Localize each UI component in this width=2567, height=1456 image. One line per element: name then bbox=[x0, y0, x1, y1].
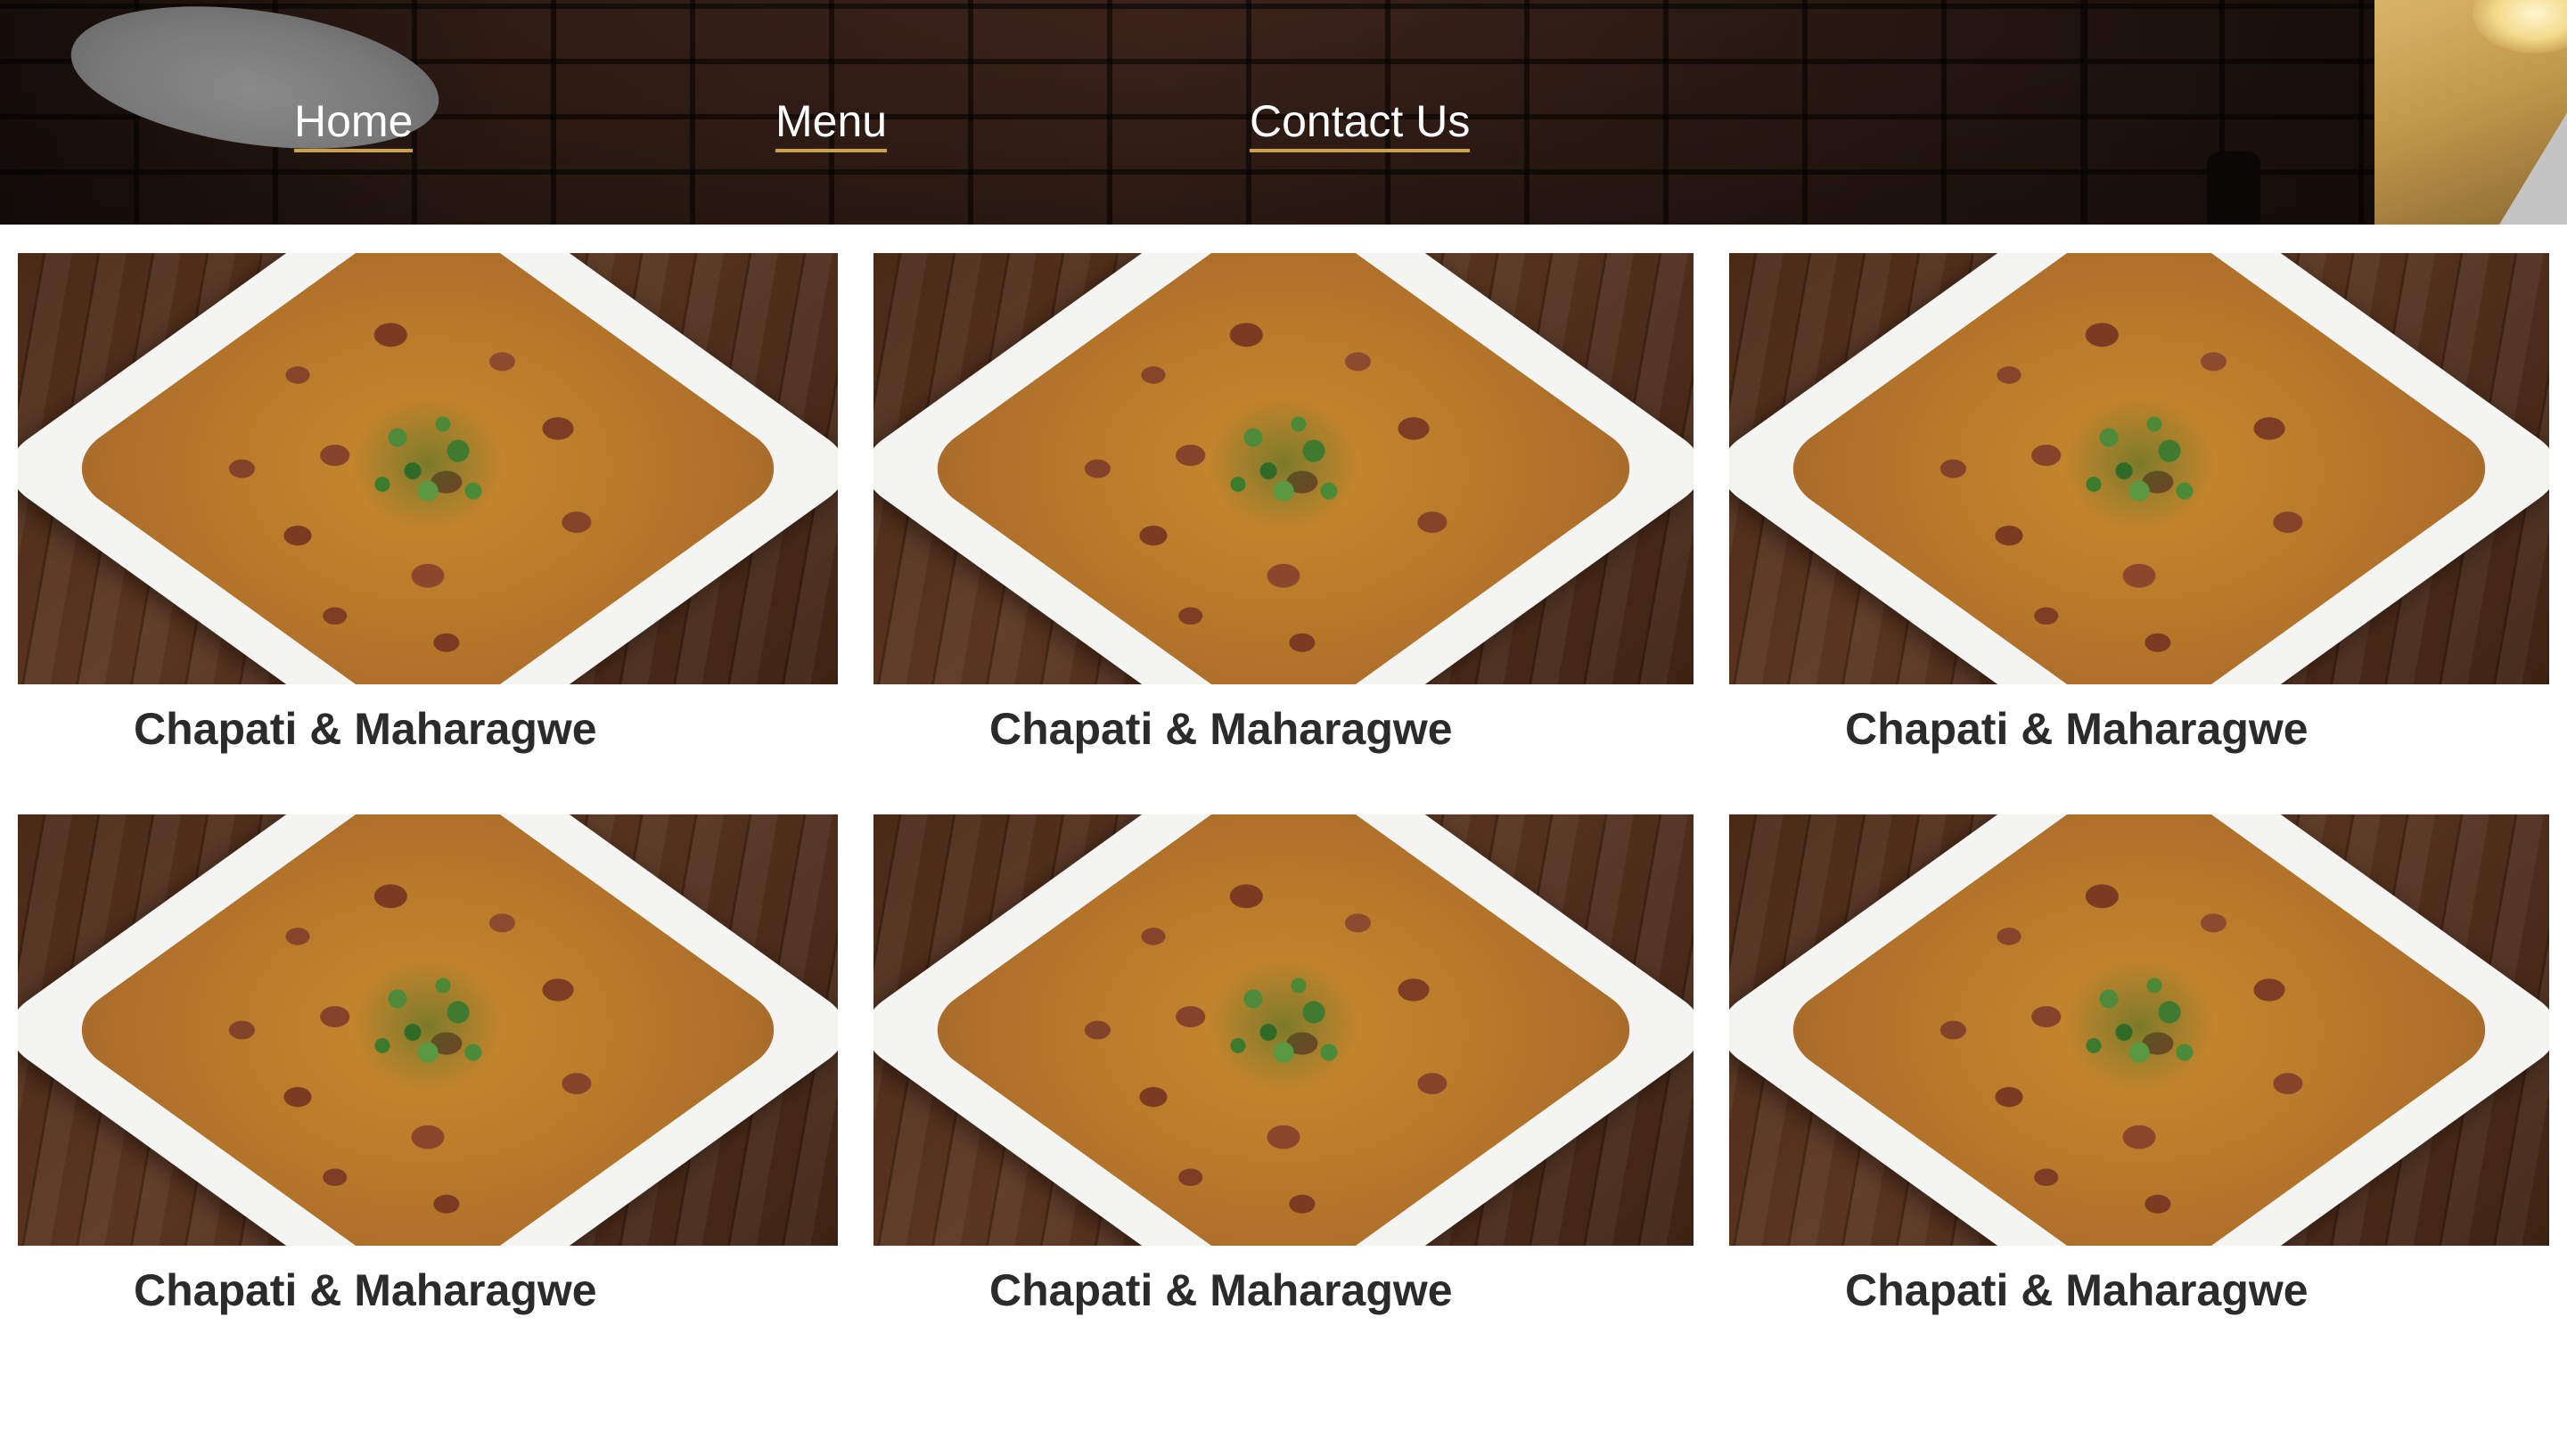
menu-item-card[interactable]: Chapati & Maharagwe bbox=[18, 814, 838, 1315]
menu-item-card[interactable]: Chapati & Maharagwe bbox=[1729, 814, 2549, 1315]
dish-image[interactable] bbox=[18, 814, 838, 1246]
menu-item-title: Chapati & Maharagwe bbox=[134, 704, 597, 754]
menu-item-card[interactable]: Chapati & Maharagwe bbox=[18, 253, 838, 754]
dish-image[interactable] bbox=[1729, 253, 2549, 684]
dish-image[interactable] bbox=[1729, 814, 2549, 1246]
nav-link-home[interactable]: Home bbox=[294, 94, 414, 152]
herb-garnish-shape bbox=[352, 959, 504, 1092]
menu-item-card[interactable]: Chapati & Maharagwe bbox=[873, 814, 1694, 1315]
menu-item-title: Chapati & Maharagwe bbox=[989, 704, 1453, 754]
herb-garnish-shape bbox=[2063, 397, 2215, 531]
menu-item-title: Chapati & Maharagwe bbox=[989, 1265, 1453, 1315]
herb-garnish-shape bbox=[2063, 959, 2215, 1092]
menu-item-card[interactable]: Chapati & Maharagwe bbox=[1729, 253, 2549, 754]
site-header: Home Menu Contact Us bbox=[0, 0, 2567, 225]
nav-link-contact-us[interactable]: Contact Us bbox=[1250, 94, 1471, 152]
menu-item-title: Chapati & Maharagwe bbox=[1845, 1265, 2309, 1315]
menu-item-title: Chapati & Maharagwe bbox=[134, 1265, 597, 1315]
menu-item-title: Chapati & Maharagwe bbox=[1845, 704, 2309, 754]
dish-image[interactable] bbox=[18, 253, 838, 684]
herb-garnish-shape bbox=[1208, 959, 1359, 1092]
dish-image[interactable] bbox=[873, 253, 1694, 684]
menu-item-card[interactable]: Chapati & Maharagwe bbox=[873, 253, 1694, 754]
herb-garnish-shape bbox=[1208, 397, 1359, 531]
nav-link-menu[interactable]: Menu bbox=[775, 94, 888, 152]
herb-garnish-shape bbox=[352, 397, 504, 531]
main-nav: Home Menu Contact Us bbox=[0, 0, 2567, 225]
dish-image[interactable] bbox=[873, 814, 1694, 1246]
